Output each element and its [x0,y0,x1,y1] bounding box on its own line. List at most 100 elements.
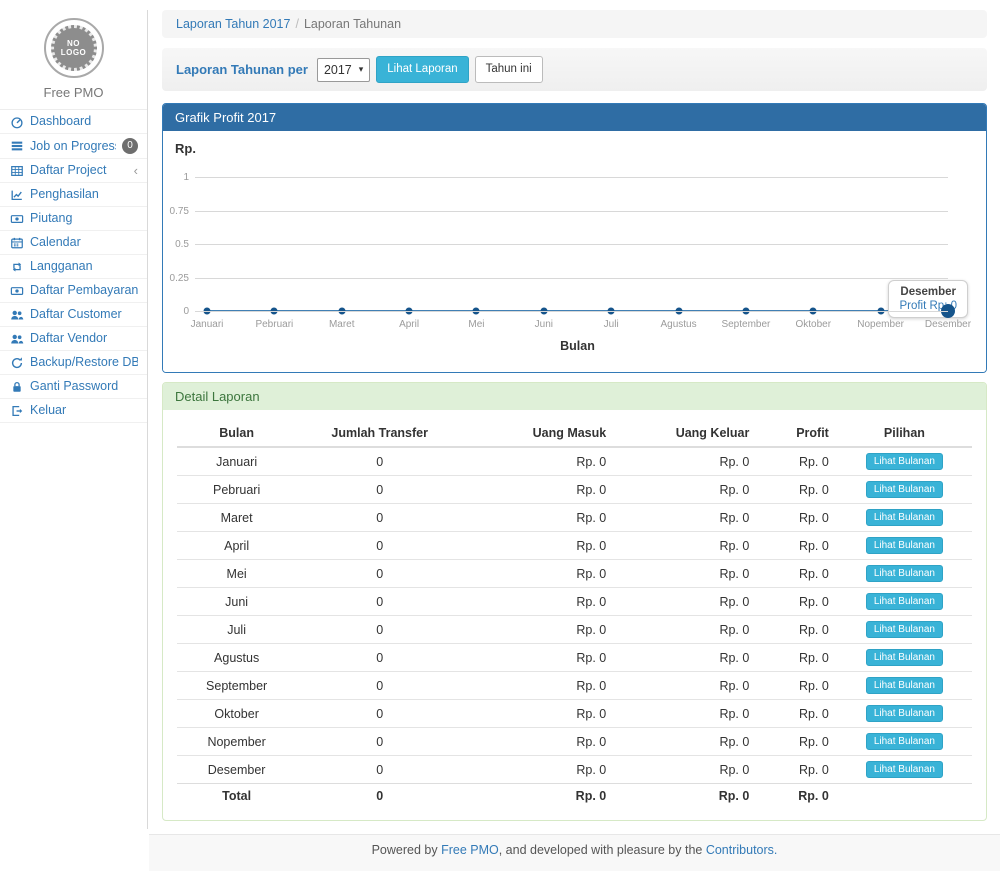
cell-keluar: Rp. 0 [614,532,757,560]
cell-masuk: Rp. 0 [463,616,614,644]
cell-jumlah: 0 [296,476,463,504]
lihat-bulanan-button[interactable]: Lihat Bulanan [866,509,943,526]
cell-bulan: Desember [177,756,296,784]
y-axis-title: Rp. [175,141,196,156]
cell-keluar: Rp. 0 [614,728,757,756]
sidebar-item-langganan[interactable]: Langganan [0,255,147,279]
footer-link-free-pmo[interactable]: Free PMO [441,843,499,857]
tooltip-month: Desember [899,286,957,298]
filter-label: Laporan Tahunan per [176,62,308,77]
table-icon [9,164,24,178]
sidebar-item-piutang[interactable]: Piutang [0,207,147,231]
footer-text-prefix: Powered by [372,843,441,857]
signout-icon [9,404,24,418]
cell-pilihan: Lihat Bulanan [837,756,972,784]
sidebar-item-daftar-pembayaran[interactable]: Daftar Pembayaran [0,279,147,303]
sidebar-item-daftar-customer[interactable]: Daftar Customer [0,303,147,327]
gridline [195,211,948,212]
total-cell-keluar: Rp. 0 [614,784,757,809]
cell-jumlah: 0 [296,756,463,784]
cell-jumlah: 0 [296,616,463,644]
cell-jumlah: 0 [296,504,463,532]
lihat-bulanan-button[interactable]: Lihat Bulanan [866,733,943,750]
table-header-row: BulanJumlah TransferUang MasukUang Kelua… [177,420,972,447]
column-header-jumlah-transfer: Jumlah Transfer [296,420,463,447]
lihat-bulanan-button[interactable]: Lihat Bulanan [866,761,943,778]
lihat-bulanan-button[interactable]: Lihat Bulanan [866,705,943,722]
cell-bulan: Juni [177,588,296,616]
cell-masuk: Rp. 0 [463,700,614,728]
cell-profit: Rp. 0 [757,756,837,784]
no-logo-badge: NO LOGO [51,25,97,71]
cell-keluar: Rp. 0 [614,700,757,728]
gridline [195,244,948,245]
monthly-report-table: BulanJumlah TransferUang MasukUang Kelua… [177,420,972,808]
sidebar-item-job-on-progress[interactable]: Job on Progress0 [0,134,147,159]
cell-keluar: Rp. 0 [614,672,757,700]
sidebar-item-keluar[interactable]: Keluar [0,399,147,423]
lihat-bulanan-button[interactable]: Lihat Bulanan [866,649,943,666]
cell-pilihan: Lihat Bulanan [837,504,972,532]
cell-bulan: Pebruari [177,476,296,504]
cell-masuk: Rp. 0 [463,476,614,504]
lihat-bulanan-button[interactable]: Lihat Bulanan [866,565,943,582]
sidebar-item-calendar[interactable]: Calendar [0,231,147,255]
table-row: Nopember0Rp. 0Rp. 0Rp. 0Lihat Bulanan [177,728,972,756]
lihat-bulanan-button[interactable]: Lihat Bulanan [866,677,943,694]
calendar-icon [9,236,24,250]
sidebar-item-ganti-password[interactable]: Ganti Password [0,375,147,399]
sidebar-item-daftar-project[interactable]: Daftar Project‹ [0,159,147,183]
plot-area: Desember Profit Rp: 0 JanuariPebruariMar… [207,131,948,372]
sidebar-item-label: Dashboard [30,114,138,129]
cell-masuk: Rp. 0 [463,532,614,560]
breadcrumb-link-laporan-tahun[interactable]: Laporan Tahun 2017 [176,17,290,31]
cell-profit: Rp. 0 [757,532,837,560]
table-row: Desember0Rp. 0Rp. 0Rp. 0Lihat Bulanan [177,756,972,784]
cell-keluar: Rp. 0 [614,644,757,672]
profit-chart-panel: Grafik Profit 2017 Rp. Desember Profit R… [162,103,987,373]
retweet-icon [9,260,24,274]
sidebar-item-daftar-vendor[interactable]: Daftar Vendor [0,327,147,351]
sidebar-item-label: Langganan [30,259,138,274]
logo-area: NO LOGO Free PMO [0,10,147,109]
cell-pilihan: Lihat Bulanan [837,616,972,644]
lihat-bulanan-button[interactable]: Lihat Bulanan [866,453,943,470]
sidebar-item-label: Piutang [30,211,138,226]
cell-pilihan: Lihat Bulanan [837,728,972,756]
sidebar-item-dashboard[interactable]: Dashboard [0,110,147,134]
cell-profit: Rp. 0 [757,447,837,476]
x-tick-label: Januari [191,319,224,330]
cell-jumlah: 0 [296,447,463,476]
lihat-bulanan-button[interactable]: Lihat Bulanan [866,537,943,554]
lihat-bulanan-button[interactable]: Lihat Bulanan [866,593,943,610]
logo-text-line2: LOGO [61,48,87,57]
users-icon [9,332,24,346]
cell-bulan: Maret [177,504,296,532]
tahun-ini-button[interactable]: Tahun ini [475,56,543,83]
footer-link-contributors[interactable]: Contributors. [706,843,778,857]
cell-jumlah: 0 [296,560,463,588]
line-chart-icon [9,188,24,202]
gridline [195,177,948,178]
x-axis-title: Bulan [207,339,948,353]
cell-pilihan: Lihat Bulanan [837,672,972,700]
cell-profit: Rp. 0 [757,644,837,672]
sidebar-item-penghasilan[interactable]: Penghasilan [0,183,147,207]
cell-pilihan: Lihat Bulanan [837,588,972,616]
page-footer: Powered by Free PMO, and developed with … [149,834,1000,871]
sidebar-item-label: Daftar Vendor [30,331,138,346]
y-tick-label: 0.5 [163,239,189,250]
x-tick-label: Mei [468,319,484,330]
table-row: Mei0Rp. 0Rp. 0Rp. 0Lihat Bulanan [177,560,972,588]
sidebar-item-backup-restore-db[interactable]: Backup/Restore DB [0,351,147,375]
year-select[interactable]: 2017 ▾ [317,58,370,82]
cell-keluar: Rp. 0 [614,560,757,588]
total-cell-masuk: Rp. 0 [463,784,614,809]
lihat-bulanan-button[interactable]: Lihat Bulanan [866,621,943,638]
cell-profit: Rp. 0 [757,588,837,616]
chevron-left-icon: ‹ [134,166,138,176]
lihat-laporan-button[interactable]: Lihat Laporan [376,56,468,83]
cell-jumlah: 0 [296,728,463,756]
cell-pilihan: Lihat Bulanan [837,447,972,476]
lihat-bulanan-button[interactable]: Lihat Bulanan [866,481,943,498]
